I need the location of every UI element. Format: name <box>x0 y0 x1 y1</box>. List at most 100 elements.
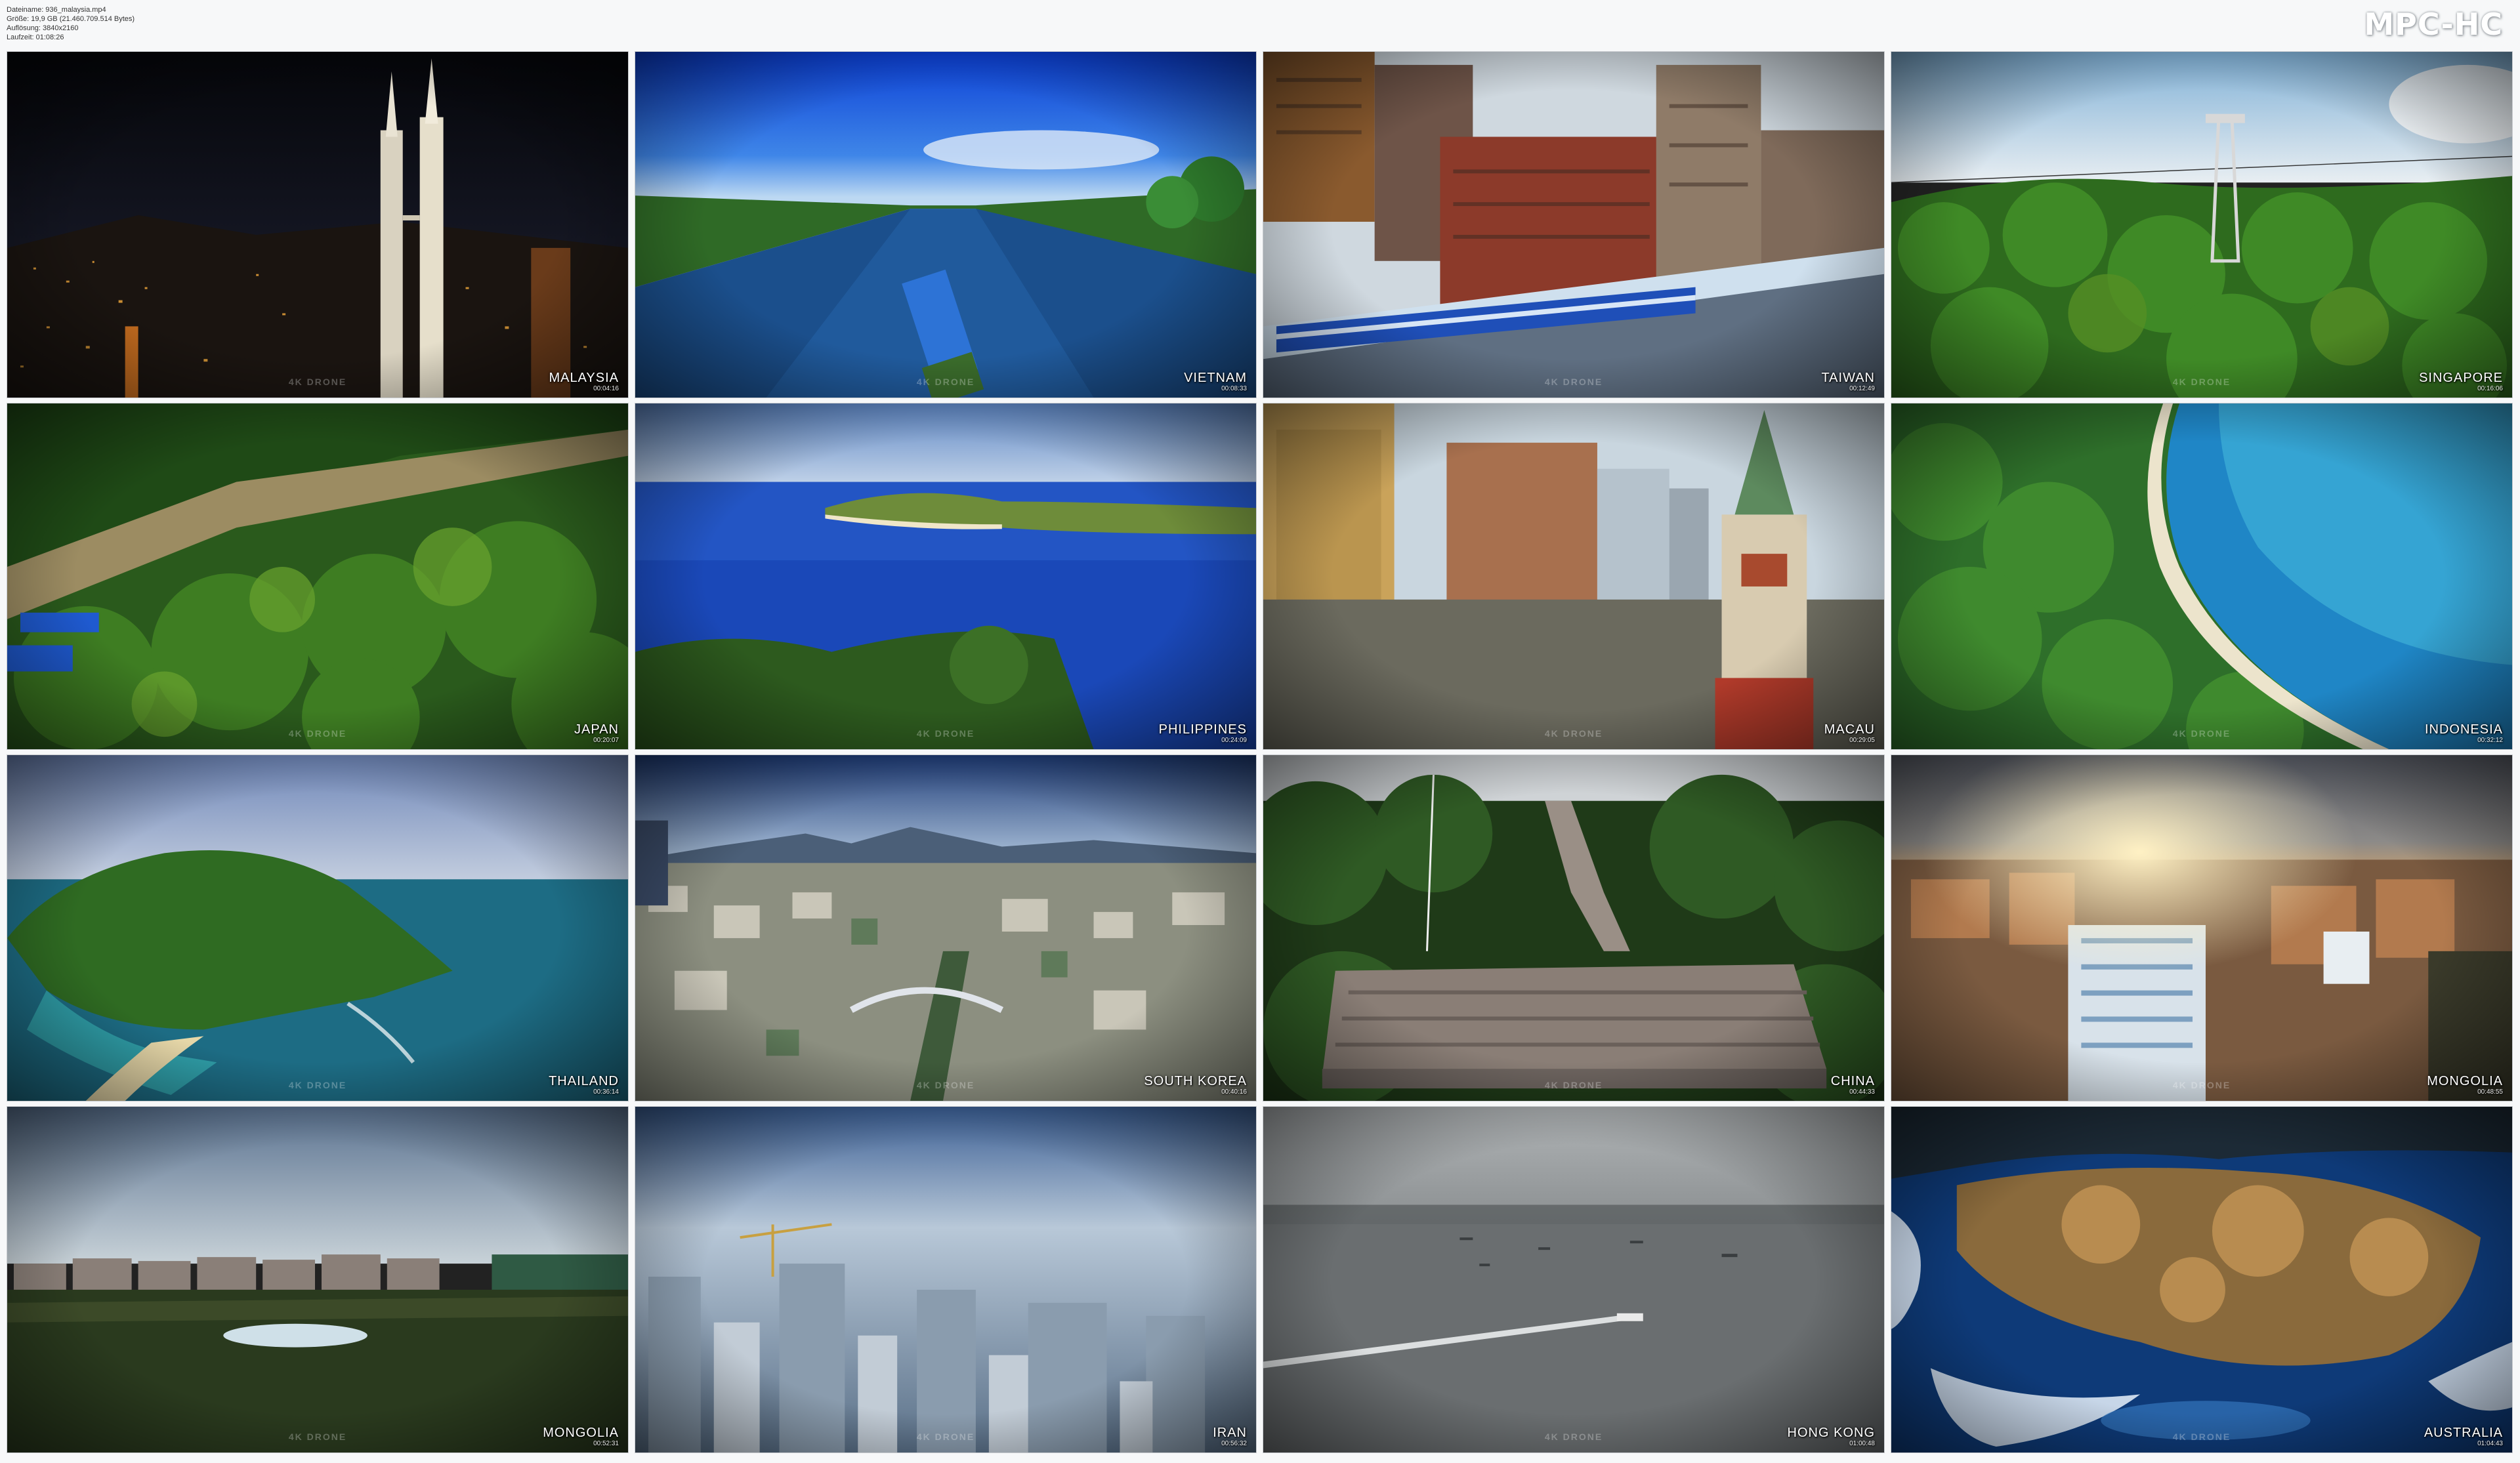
country-label: Hong Kong <box>1787 1426 1875 1440</box>
hazy-city-image <box>635 1107 1256 1453</box>
country-label: China <box>1830 1074 1875 1088</box>
watermark: 4K DRONE <box>916 377 975 387</box>
island-sea-image <box>635 403 1256 749</box>
forest-hills-image <box>7 403 628 749</box>
thumbnail-caption: South Korea 00:40:16 <box>1144 1074 1247 1096</box>
timestamp-label: 00:36:14 <box>593 1088 619 1096</box>
beach-coast-image <box>1891 403 2512 749</box>
thumbnail-tile[interactable]: 4K DRONE Taiwan 00:12:49 <box>1263 51 1885 398</box>
country-label: Mongolia <box>2427 1074 2503 1088</box>
thumbnail-tile[interactable]: 4K DRONE Malaysia 00:04:16 <box>7 51 629 398</box>
thumbnail-tile[interactable]: 4K DRONE Mongolia 00:52:31 <box>7 1106 629 1453</box>
macau-hotels-image <box>1263 403 1884 749</box>
thumbnail-tile[interactable]: 4K DRONE Iran 00:56:32 <box>635 1106 1257 1453</box>
timestamp-label: 00:32:12 <box>2477 737 2503 744</box>
thumbnail-caption: Indonesia 00:32:12 <box>2425 722 2503 744</box>
watermark: 4K DRONE <box>2172 1080 2231 1090</box>
country-label: Japan <box>574 722 619 737</box>
timestamp-label: 00:24:09 <box>1221 737 1247 744</box>
thumbnail-grid: 4K DRONE Malaysia 00:04:16 4K DRONE Viet… <box>7 51 2513 1456</box>
tropical-island-image <box>7 755 628 1101</box>
thumbnail-caption: Japan 00:20:07 <box>574 722 619 744</box>
thumbnail-tile[interactable]: 4K DRONE South Korea 00:40:16 <box>635 754 1257 1102</box>
country-label: Philippines <box>1158 722 1247 737</box>
thumbnail-tile[interactable]: 4K DRONE Thailand 00:36:14 <box>7 754 629 1102</box>
thumbnail-tile[interactable]: 4K DRONE Indonesia 00:32:12 <box>1891 403 2513 750</box>
timestamp-label: 00:20:07 <box>593 737 619 744</box>
country-label: Malaysia <box>549 371 619 385</box>
thumbnail-caption: Mongolia 00:48:55 <box>2427 1074 2503 1096</box>
thumbnail-tile[interactable]: 4K DRONE Philippines 00:24:09 <box>635 403 1257 750</box>
watermark: 4K DRONE <box>2172 1432 2231 1442</box>
watermark: 4K DRONE <box>2172 377 2231 387</box>
filename-line: Dateiname: 936_malaysia.mp4 <box>7 6 106 14</box>
timestamp-label: 01:04:43 <box>2477 1440 2503 1447</box>
app-logo: MPC-HC <box>2364 7 2503 42</box>
dense-city-image <box>635 755 1256 1101</box>
watermark: 4K DRONE <box>288 377 347 387</box>
thumbnail-caption: Australia 01:04:43 <box>2424 1426 2503 1447</box>
thumbnail-caption: Malaysia 00:04:16 <box>549 371 619 392</box>
thumbnail-caption: Thailand 00:36:14 <box>549 1074 619 1096</box>
country-label: Indonesia <box>2424 722 2503 737</box>
country-label: Iran <box>1213 1426 1247 1440</box>
watermark: 4K DRONE <box>288 1432 347 1442</box>
watermark: 4K DRONE <box>1544 1432 1603 1442</box>
thumbnail-tile[interactable]: 4K DRONE Singapore 00:16:06 <box>1891 51 2513 398</box>
thumbnail-tile[interactable]: 4K DRONE China 00:44:33 <box>1263 754 1885 1102</box>
file-info: Dateiname: 936_malaysia.mp4 Größe: 19,9 … <box>7 5 135 42</box>
country-label: Australia <box>2424 1426 2503 1440</box>
thumbnail-tile[interactable]: 4K DRONE Vietnam 00:08:33 <box>635 51 1257 398</box>
thumbnail-caption: Macau 00:29:05 <box>1824 722 1875 744</box>
thumbnail-caption: Taiwan 00:12:49 <box>1821 371 1875 392</box>
timestamp-label: 00:12:49 <box>1849 385 1875 392</box>
watermark: 4K DRONE <box>1544 377 1603 387</box>
jungle-cablecar-image <box>1891 52 2512 398</box>
country-label: Taiwan <box>1821 371 1875 385</box>
thumbnail-tile[interactable]: 4K DRONE Japan 00:20:07 <box>7 403 629 750</box>
timestamp-label: 00:04:16 <box>593 385 619 392</box>
timestamp-label: 00:08:33 <box>1221 385 1247 392</box>
watermark: 4K DRONE <box>916 1080 975 1090</box>
thumbnail-tile[interactable]: 4K DRONE Macau 00:29:05 <box>1263 403 1885 750</box>
thumbnail-caption: Mongolia 00:52:31 <box>543 1426 619 1447</box>
watermark: 4K DRONE <box>916 1432 975 1442</box>
timestamp-label: 00:44:33 <box>1849 1088 1875 1096</box>
thumbnail-caption: Vietnam 00:08:33 <box>1184 371 1247 392</box>
night-city-image <box>7 52 628 398</box>
timestamp-label: 00:48:55 <box>2477 1088 2503 1096</box>
river-image <box>635 52 1256 398</box>
sunset-city-image <box>1891 755 2512 1101</box>
watermark: 4K DRONE <box>1544 728 1603 739</box>
watermark: 4K DRONE <box>1544 1080 1603 1090</box>
rocky-coast-image <box>1891 1107 2512 1453</box>
thumbnail-caption: Iran 00:56:32 <box>1213 1426 1247 1447</box>
thumbnail-caption: Philippines 00:24:09 <box>1159 722 1247 744</box>
thumbnail-tile[interactable]: 4K DRONE Hong Kong 01:00:48 <box>1263 1106 1885 1453</box>
city-train-image <box>1263 52 1884 398</box>
thumbnail-caption: Singapore 00:16:06 <box>2419 371 2503 392</box>
timestamp-label: 01:00:48 <box>1849 1440 1875 1447</box>
country-label: Vietnam <box>1184 371 1247 385</box>
timestamp-label: 00:16:06 <box>2477 385 2503 392</box>
timestamp-label: 00:29:05 <box>1849 737 1875 744</box>
thumbnail-caption: Hong Kong 01:00:48 <box>1788 1426 1875 1447</box>
watermark: 4K DRONE <box>288 1080 347 1090</box>
timestamp-label: 00:56:32 <box>1221 1440 1247 1447</box>
thumbnail-caption: China 00:44:33 <box>1831 1074 1875 1096</box>
great-wall-image <box>1263 755 1884 1101</box>
country-label: Thailand <box>549 1074 619 1088</box>
country-label: Mongolia <box>543 1426 619 1440</box>
size-line: Größe: 19,9 GB (21.460.709.514 Bytes) <box>7 15 135 23</box>
country-label: Macau <box>1824 722 1875 737</box>
misty-harbour-image <box>1263 1107 1884 1453</box>
thumbnail-tile[interactable]: 4K DRONE Mongolia 00:48:55 <box>1891 754 2513 1102</box>
country-label: Singapore <box>2419 371 2503 385</box>
runtime-line: Laufzeit: 01:08:26 <box>7 33 64 41</box>
watermark: 4K DRONE <box>288 728 347 739</box>
thumbnail-tile[interactable]: 4K DRONE Australia 01:04:43 <box>1891 1106 2513 1453</box>
timestamp-label: 00:52:31 <box>593 1440 619 1447</box>
timestamp-label: 00:40:16 <box>1221 1088 1247 1096</box>
watermark: 4K DRONE <box>916 728 975 739</box>
city-plain-image <box>7 1107 628 1453</box>
